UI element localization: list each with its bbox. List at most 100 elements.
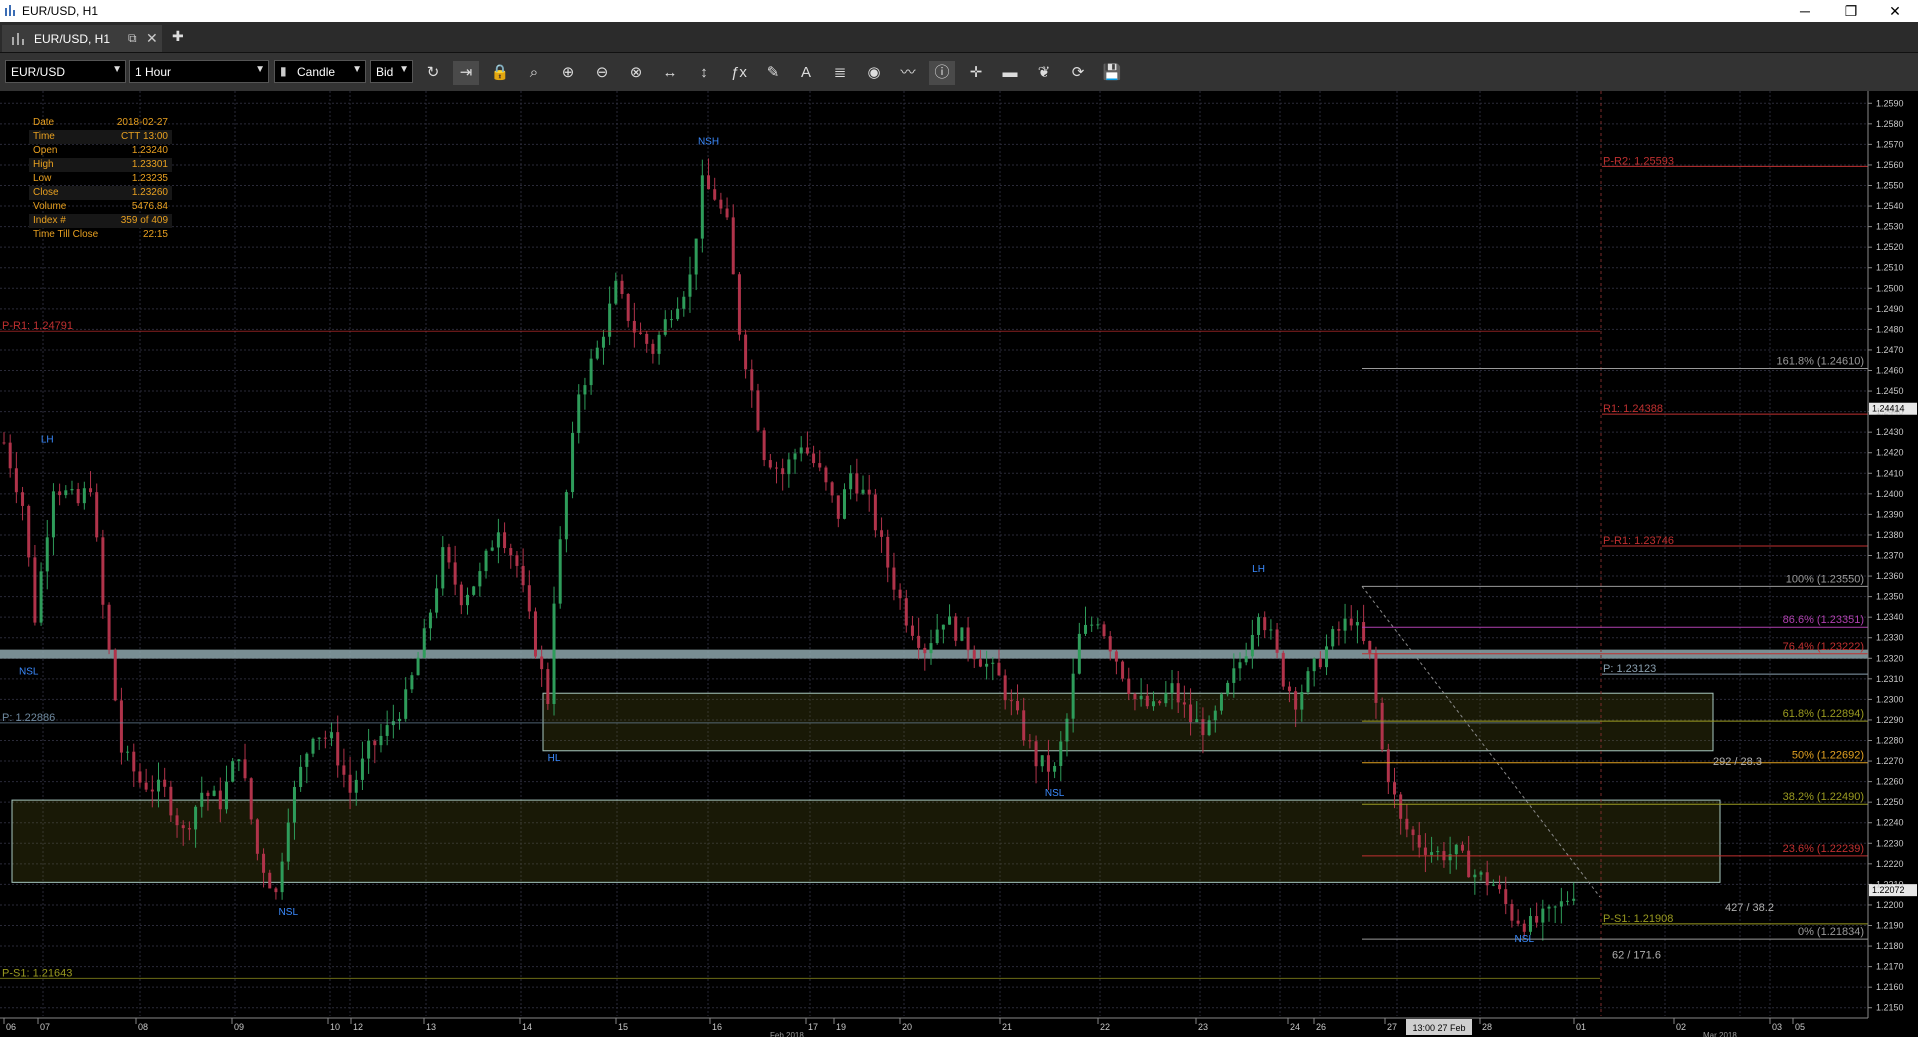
info-icon[interactable]: ⓘ: [929, 61, 955, 85]
candle-body: [1349, 618, 1353, 626]
time-tick-label: 07: [40, 1022, 50, 1032]
price-chart[interactable]: 161.8% (1.24610) 100% (1.23550) 86.6% (1.2…: [0, 91, 1918, 1037]
chart-type-select[interactable]: Candle ▮ ▼: [274, 60, 366, 83]
time-tick-label: 19: [836, 1022, 846, 1032]
candle-body: [1016, 700, 1020, 711]
candle-body: [181, 825, 185, 829]
fib-level-label: 50% (1.22692): [1792, 750, 1864, 762]
price-side-value: Bid: [376, 65, 394, 79]
template-icon[interactable]: ❦: [1031, 61, 1057, 85]
price-tick-label: 1.2410: [1876, 468, 1904, 478]
restore-button[interactable]: ❐: [1828, 0, 1874, 22]
price-tick-label: 1.2270: [1876, 756, 1904, 766]
time-axis: [0, 1017, 1918, 1037]
tab-eurusd-h1[interactable]: EUR/USD, H1 ⧉ ✕: [2, 25, 162, 52]
close-tab-icon[interactable]: ✕: [146, 30, 158, 47]
time-tick-label: 06: [6, 1022, 16, 1032]
zoom-in-icon[interactable]: ⊕: [555, 61, 581, 85]
pivot-label: P-S1: 1.21908: [1603, 913, 1673, 925]
fib-level-label: 38.2% (1.22490): [1783, 791, 1864, 803]
timeframe-select[interactable]: 1 Hour ▼: [129, 60, 269, 83]
candle-body: [354, 779, 358, 793]
pivot-label: P-R1: 1.23746: [1603, 535, 1674, 547]
measure-annotation: 427 / 38.2: [1725, 902, 1774, 914]
text-tool-icon[interactable]: A: [793, 61, 819, 85]
candle-body: [441, 547, 445, 589]
time-tick-label: 20: [902, 1022, 912, 1032]
save-icon[interactable]: 💾: [1099, 61, 1125, 85]
swing-label: HL: [548, 753, 561, 764]
candle-body: [917, 635, 921, 648]
price-tick-label: 1.2390: [1876, 509, 1904, 519]
candle-body: [1380, 702, 1384, 750]
price-tick-label: 1.2470: [1876, 345, 1904, 355]
time-tick-label: 03: [1772, 1022, 1782, 1032]
window-titlebar: EUR/USD, H1 ─ ❐ ✕: [0, 0, 1918, 22]
zoom-reset-icon[interactable]: ⊗: [623, 61, 649, 85]
candle-body: [620, 280, 624, 294]
candle-body: [1244, 656, 1248, 663]
candle-body: [33, 557, 37, 623]
zoom-fit-icon[interactable]: ⌕: [521, 61, 547, 85]
candle-body: [126, 751, 130, 753]
price-tick-label: 1.2350: [1876, 592, 1904, 602]
candle-body: [398, 718, 402, 722]
colors-icon[interactable]: ▬: [997, 61, 1023, 85]
pivot-label: P-R2: 1.25593: [1603, 155, 1674, 167]
candle-body: [1318, 658, 1322, 668]
popout-icon[interactable]: ⧉: [128, 31, 137, 46]
scale-vertical-icon[interactable]: ↕: [691, 61, 717, 85]
pivot-label: P: 1.23123: [1603, 663, 1656, 675]
price-side-select[interactable]: Bid ▼: [370, 60, 413, 83]
indicators-icon[interactable]: ƒx: [726, 61, 752, 85]
swing-label: LH: [41, 434, 54, 445]
info-value: 5476.84: [131, 201, 168, 212]
candle-body: [330, 732, 334, 739]
time-tick-label: 15: [618, 1022, 628, 1032]
new-chart-tab-icon[interactable]: ✚: [172, 28, 184, 45]
scale-horizontal-icon[interactable]: ↔: [657, 61, 683, 85]
candle-body: [552, 603, 556, 704]
candle-body: [1219, 694, 1223, 711]
candle-body: [842, 489, 846, 519]
candle-body: [175, 815, 179, 826]
minimize-button[interactable]: ─: [1782, 0, 1828, 22]
candle-body: [836, 495, 840, 519]
candle-body: [280, 861, 284, 893]
zoom-out-icon[interactable]: ⊖: [589, 61, 615, 85]
time-tick-label: 09: [234, 1022, 244, 1032]
lock-icon[interactable]: 🔒: [487, 61, 513, 85]
info-key: Volume: [33, 201, 67, 212]
info-row: Time CTT 13:00: [29, 130, 172, 144]
candle-body: [379, 735, 383, 746]
candle-body: [1485, 872, 1489, 886]
swing-label: NSL: [19, 667, 39, 678]
reload-icon[interactable]: ⟳: [1065, 61, 1091, 85]
price-tick-label: 1.2290: [1876, 715, 1904, 725]
support-resistance-zone: [11, 799, 1721, 883]
crosshair-icon[interactable]: ✛: [963, 61, 989, 85]
close-window-button[interactable]: ✕: [1872, 0, 1918, 22]
refresh-icon[interactable]: ↻: [420, 61, 446, 85]
candle-body: [1189, 704, 1193, 723]
chart-style-icon[interactable]: 〰: [895, 61, 921, 85]
candle-body: [1448, 854, 1452, 861]
info-row: High 1.23301: [29, 158, 172, 172]
candle-body: [1362, 622, 1366, 641]
candle-body: [694, 238, 698, 275]
candle-body: [336, 732, 340, 766]
candle-body: [447, 547, 451, 563]
price-tick-label: 1.2580: [1876, 119, 1904, 129]
candle-body: [1176, 683, 1180, 703]
swing-label: NSL: [279, 907, 299, 918]
symbol-select[interactable]: EUR/USD ▼: [5, 60, 126, 83]
price-tick-label: 1.2430: [1876, 427, 1904, 437]
candle-body: [224, 781, 228, 810]
visibility-eye-icon[interactable]: ◉: [861, 61, 887, 85]
draw-pencil-icon[interactable]: ✎: [760, 61, 786, 85]
candle-body: [1294, 691, 1298, 710]
scroll-to-end-icon[interactable]: ⇥: [453, 61, 479, 85]
layers-icon[interactable]: ≣: [827, 61, 853, 85]
price-tick-label: 1.2360: [1876, 571, 1904, 581]
candle-body: [262, 853, 266, 873]
